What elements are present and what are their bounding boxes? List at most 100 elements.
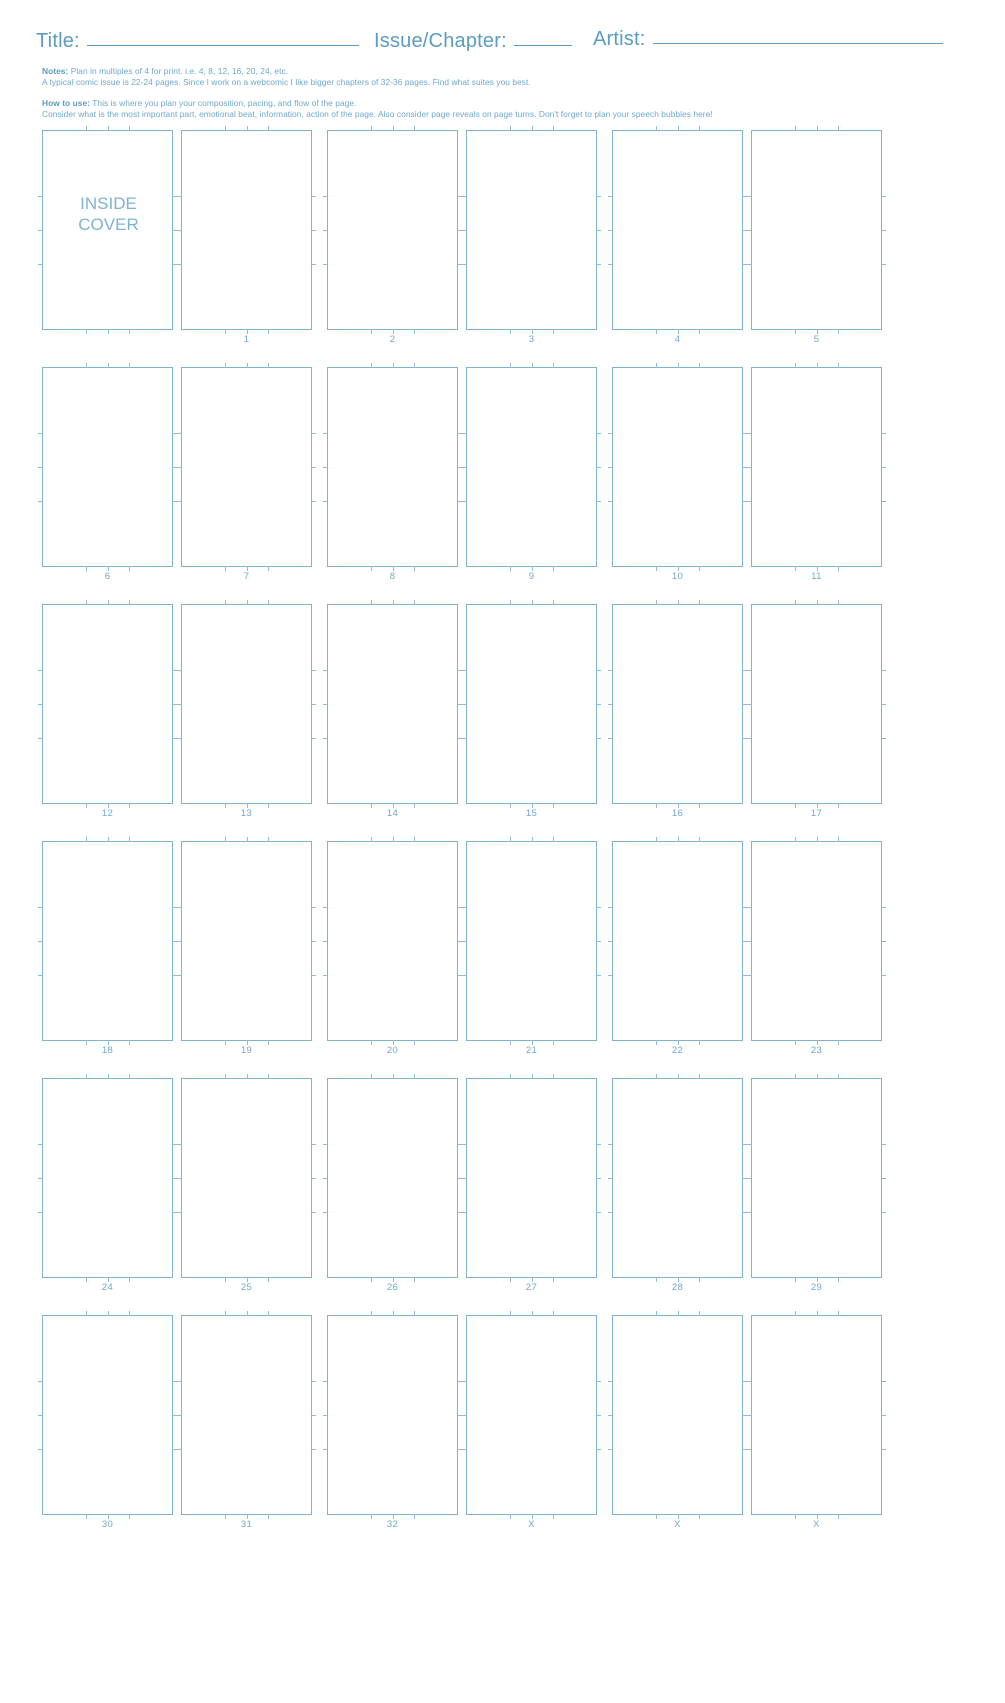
guide-tick-icon [794, 363, 796, 368]
page-spread: 10 11 [608, 363, 886, 582]
guide-tick-icon [608, 1178, 613, 1179]
page-thumbnail-box[interactable] [462, 126, 601, 334]
guide-tick-icon [881, 196, 886, 198]
guide-tick-icon [177, 1144, 182, 1146]
page-thumbnail-box[interactable] [747, 1311, 886, 1519]
guide-tick-icon [177, 1178, 182, 1179]
guide-tick-icon [747, 1178, 752, 1179]
artist-input-rule[interactable] [652, 43, 943, 44]
page-cell: 6 [38, 363, 177, 582]
title-input-rule[interactable] [86, 45, 359, 46]
guide-tick-icon [323, 1178, 328, 1179]
guide-tick-icon [794, 1311, 796, 1316]
guide-tick-icon [881, 1415, 886, 1416]
page-thumbnail-box[interactable] [323, 1311, 462, 1519]
title-field[interactable]: Title: [36, 30, 359, 53]
page-thumbnail-box[interactable] [462, 600, 601, 808]
issue-chapter-label: Issue/Chapter: [374, 30, 507, 52]
guide-tick-icon [462, 1415, 467, 1416]
guide-tick-icon [699, 363, 701, 368]
guide-tick-icon [107, 1311, 109, 1316]
guide-tick-icon [553, 600, 555, 605]
page-thumbnail-box[interactable] [747, 126, 886, 334]
page-thumbnail-box[interactable] [747, 363, 886, 571]
page-thumbnail-box[interactable]: INSIDE COVER [38, 126, 177, 334]
page-thumbnail-box[interactable] [323, 600, 462, 808]
page-thumbnail-box[interactable] [38, 1311, 177, 1519]
page-number-label: 16 [671, 808, 684, 819]
guide-tick-icon [38, 467, 43, 468]
page-thumbnail-box[interactable] [608, 837, 747, 1045]
page-thumbnail-box[interactable] [747, 1074, 886, 1282]
guide-tick-icon [38, 1415, 43, 1416]
page-thumbnail-box[interactable] [38, 1074, 177, 1282]
guide-tick-icon [38, 1381, 43, 1383]
page-thumbnail-box[interactable] [177, 363, 316, 571]
guide-tick-icon [107, 363, 109, 368]
guide-tick-icon [462, 974, 467, 976]
page-thumbnail-box[interactable] [323, 1074, 462, 1282]
guide-tick-icon [553, 837, 555, 842]
page-thumbnail-box[interactable] [38, 363, 177, 571]
page-thumbnail-box[interactable] [177, 126, 316, 334]
guide-tick-icon [677, 126, 679, 131]
page-thumbnail-box[interactable] [38, 837, 177, 1045]
page-thumbnail-box[interactable] [177, 1074, 316, 1282]
page-number-label: 28 [671, 1282, 684, 1293]
guide-tick-icon [816, 600, 818, 605]
page-cell: 26 [323, 1074, 462, 1293]
page-cell: 23 [747, 837, 886, 1056]
page-thumbnail-box[interactable] [608, 600, 747, 808]
guide-tick-icon [553, 363, 555, 368]
guide-tick-icon [881, 433, 886, 435]
page-thumbnail-box[interactable] [323, 363, 462, 571]
page-cell: 24 [38, 1074, 177, 1293]
page-thumbnail-box[interactable] [608, 126, 747, 334]
page-number-label: 9 [528, 571, 535, 582]
page-number-label: 17 [810, 808, 823, 819]
guide-tick-icon [531, 1311, 533, 1316]
guide-tick-icon [462, 196, 467, 198]
guide-tick-icon [838, 600, 840, 605]
guide-tick-icon [177, 433, 182, 435]
guide-tick-icon [392, 1074, 394, 1079]
page-thumbnail-box[interactable] [177, 1311, 316, 1519]
guide-tick-icon [881, 263, 886, 265]
guide-tick-icon [392, 126, 394, 131]
guide-tick-icon [596, 196, 601, 198]
guide-tick-icon [677, 363, 679, 368]
page-thumbnail-box[interactable] [608, 363, 747, 571]
guide-tick-icon [747, 704, 752, 705]
page-thumbnail-box[interactable] [747, 600, 886, 808]
page-thumbnail-box[interactable] [462, 363, 601, 571]
issue-chapter-field[interactable]: Issue/Chapter: [374, 30, 572, 53]
page-thumbnail-box[interactable] [462, 1074, 601, 1282]
page-spread: 22 23 [608, 837, 886, 1056]
page-thumbnail-box[interactable] [177, 600, 316, 808]
artist-field[interactable]: Artist: [593, 28, 943, 51]
guide-tick-icon [311, 670, 316, 672]
page-thumbnail-box[interactable] [462, 837, 601, 1045]
page-thumbnail-box[interactable] [608, 1074, 747, 1282]
guide-tick-icon [85, 1311, 87, 1316]
issue-chapter-input-rule[interactable] [513, 45, 572, 46]
page-thumbnail-box[interactable] [323, 837, 462, 1045]
page-cell: 20 [323, 837, 462, 1056]
page-thumbnail-box[interactable] [177, 837, 316, 1045]
guide-tick-icon [462, 907, 467, 909]
page-cell: 19 [177, 837, 316, 1056]
page-thumbnail-box[interactable] [747, 837, 886, 1045]
page-thumbnail-box[interactable] [323, 126, 462, 334]
guide-tick-icon [323, 1381, 328, 1383]
guide-tick-icon [596, 1178, 601, 1179]
page-cell: 12 [38, 600, 177, 819]
page-thumbnail-box[interactable] [608, 1311, 747, 1519]
page-cell: 2 [323, 126, 462, 345]
guide-tick-icon [509, 363, 511, 368]
page-thumbnail-box[interactable] [462, 1311, 601, 1519]
guide-tick-icon [107, 126, 109, 131]
page-spread: 26 27 [323, 1074, 601, 1293]
guide-tick-icon [747, 1415, 752, 1416]
page-thumbnail-box[interactable] [38, 600, 177, 808]
guide-tick-icon [462, 467, 467, 468]
